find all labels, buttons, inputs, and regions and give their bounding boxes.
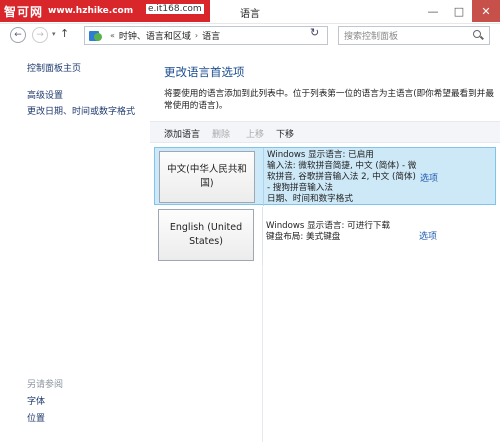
language-toolbar: 添加语言 删除 上移 下移 [150,121,500,143]
sidebar-item-control-panel-home[interactable]: 控制面板主页 [27,61,81,74]
minimize-button[interactable]: — [420,0,446,22]
see-also-heading: 另请参阅 [27,380,64,390]
breadcrumb-clock-language-region[interactable]: 时钟、语言和区域 [119,29,191,42]
move-up-button[interactable]: 上移 [246,127,264,140]
sidebar-item-location[interactable]: 位置 [27,411,45,424]
column-divider [262,207,263,265]
search-placeholder: 搜索控制面板 [344,32,399,42]
add-language-button[interactable]: 添加语言 [164,127,200,140]
column-divider [263,148,264,206]
sidebar-item-date-time-format[interactable]: 更改日期、时间或数字格式 [27,104,135,117]
main-content: 更改语言首选项 将要使用的语言添加到此列表中。位于列表第一位的语言为主语言(即你… [150,48,500,442]
forward-button[interactable]: → [32,27,48,43]
language-info-text: Windows 显示语言: 已启用 输入法: 微软拼音简捷, 中文 (简体) -… [267,150,417,204]
up-button[interactable]: ↑ [60,27,69,40]
close-button[interactable]: ✕ [472,0,500,22]
breadcrumb-separator-icon: › [194,31,199,40]
options-link-chinese[interactable]: 选项 [420,171,438,184]
language-row-chinese[interactable]: 中文(中华人民共和国) Windows 显示语言: 已启用 输入法: 微软拼音简… [154,147,496,206]
search-input[interactable]: 搜索控制面板 [338,26,490,45]
breadcrumb-language[interactable]: 语言 [202,29,220,42]
address-overflow-icon[interactable]: « [110,31,115,40]
page-description: 将要使用的语言添加到此列表中。位于列表第一位的语言为主语言(即你希望最看到并最常… [164,89,494,111]
sidebar: 控制面板主页 高级设置 更改日期、时间或数字格式 另请参阅 字体 位置 [0,48,150,442]
page-title: 更改语言首选项 [164,65,245,79]
language-tile-chinese[interactable]: 中文(中华人民共和国) [159,151,255,203]
search-icon[interactable] [473,30,484,41]
control-panel-icon [89,30,102,42]
recent-pages-dropdown[interactable]: ▾ [52,30,56,38]
language-tile-english[interactable]: English (United States) [158,209,254,261]
language-info-chinese: Windows 显示语言: 已启用 输入法: 微软拼音简捷, 中文 (简体) -… [267,150,417,205]
refresh-button[interactable]: ↻ [310,26,319,39]
back-button[interactable]: ← [10,27,26,43]
maximize-button[interactable]: □ [446,0,472,22]
navigation-bar: ← → ▾ ↑ « 时钟、语言和区域 › 语言 ▾ ↻ 搜索控制面板 [0,24,500,48]
language-info-text: Windows 显示语言: 可进行下载 键盘布局: 美式键盘 [266,221,391,242]
address-bar[interactable]: « 时钟、语言和区域 › 语言 ▾ [84,26,379,45]
options-link-english[interactable]: 选项 [419,229,437,242]
sidebar-item-fonts[interactable]: 字体 [27,394,45,407]
watermark-tail: e.it168.com [146,4,204,14]
watermark-brand: 智可网 [4,4,44,19]
language-row-english[interactable]: English (United States) Windows 显示语言: 可进… [154,207,496,265]
title-bar: 语言 智可网 www.hzhike.com e.it168.com — □ ✕ [0,0,500,24]
move-down-button[interactable]: 下移 [276,127,294,140]
watermark-url: www.hzhike.com [48,6,134,16]
column-divider-extension [262,265,263,442]
remove-language-button[interactable]: 删除 [212,127,230,140]
language-info-english: Windows 显示语言: 可进行下载 键盘布局: 美式键盘 [266,221,416,243]
sidebar-item-advanced-settings[interactable]: 高级设置 [27,88,63,101]
